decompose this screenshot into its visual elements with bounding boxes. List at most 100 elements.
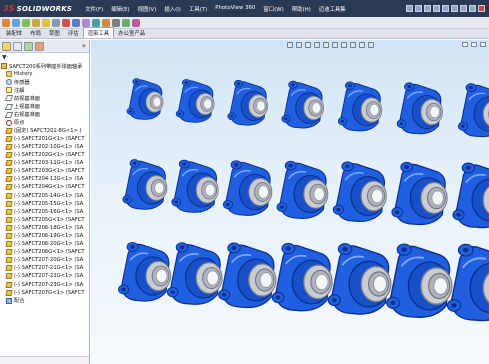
tab-evaluate[interactable]: 评估 bbox=[64, 28, 83, 38]
bearing-unit[interactable] bbox=[276, 160, 329, 219]
tree-component[interactable]: (-) SAFCT206-19G<1> (SA bbox=[1, 232, 89, 240]
print-icon[interactable] bbox=[433, 5, 440, 12]
model-view[interactable] bbox=[91, 40, 489, 364]
menu-file[interactable]: 文件(F) bbox=[81, 5, 107, 13]
edit-appearance-icon[interactable] bbox=[350, 42, 356, 48]
tab-sketch[interactable]: 草图 bbox=[45, 28, 64, 38]
expand-tabs-icon[interactable]: » bbox=[82, 42, 86, 50]
open-icon[interactable] bbox=[415, 5, 422, 12]
tab-office-products[interactable]: 办公室产品 bbox=[114, 28, 149, 38]
move-component-icon[interactable] bbox=[42, 18, 50, 27]
bearing-unit[interactable] bbox=[271, 242, 333, 312]
bearing-unit[interactable] bbox=[327, 243, 392, 315]
close-view-icon[interactable] bbox=[480, 42, 486, 47]
bearing-unit[interactable] bbox=[175, 79, 215, 123]
select-icon[interactable] bbox=[451, 5, 458, 12]
bill-of-materials-icon[interactable] bbox=[92, 18, 100, 27]
menu-edit[interactable]: 编辑(E) bbox=[107, 5, 133, 13]
tree-component[interactable]: (-) SAFCT205-16G<1> (SA bbox=[1, 208, 89, 216]
zoom-to-fit-icon[interactable] bbox=[287, 42, 293, 48]
mate-icon[interactable] bbox=[12, 18, 20, 27]
feature-manager-tab-icon[interactable] bbox=[2, 41, 11, 51]
save-icon[interactable] bbox=[424, 5, 431, 12]
bearing-unit[interactable] bbox=[166, 242, 223, 305]
assembly-features-icon[interactable] bbox=[62, 18, 70, 27]
tree-component[interactable]: (-) SAFCT207-23G<1> (SA bbox=[1, 281, 89, 289]
tree-component[interactable]: (-) SAFCT207-22G<1> (SA bbox=[1, 272, 89, 280]
bearing-unit[interactable] bbox=[281, 80, 324, 129]
tab-layout[interactable]: 布局 bbox=[26, 28, 45, 38]
tree-component[interactable]: (-) SAFCT206-20G<1> (SA bbox=[1, 240, 89, 248]
insert-component-icon[interactable] bbox=[2, 18, 10, 27]
bearing-unit[interactable] bbox=[332, 161, 387, 223]
menu-photoview[interactable]: PhotoView 360 bbox=[211, 5, 259, 13]
tree-component[interactable]: (-) SAFCT204-12G<1> (SA bbox=[1, 175, 89, 183]
bearing-unit[interactable] bbox=[126, 78, 164, 120]
bearing-unit[interactable] bbox=[227, 79, 269, 126]
tree-component[interactable]: (-) SAFCT205G<1> (SAFCT bbox=[1, 216, 89, 224]
tree-item[interactable]: 注解 bbox=[1, 86, 89, 94]
reference-geometry-icon[interactable] bbox=[72, 18, 80, 27]
clearance-verification-icon[interactable] bbox=[132, 18, 140, 27]
rebuild-icon[interactable] bbox=[460, 5, 467, 12]
tree-component[interactable]: (-) SAFCT204G<1> (SAFCT bbox=[1, 183, 89, 191]
minimize-icon[interactable] bbox=[462, 42, 468, 47]
tree-item[interactable]: 原点 bbox=[1, 119, 89, 127]
close-icon[interactable] bbox=[478, 5, 485, 12]
tree-component[interactable]: (-) SAFCT203G<1> (SAFCT bbox=[1, 167, 89, 175]
menu-maidi[interactable]: 迈迪工具集 bbox=[315, 5, 350, 13]
menu-view[interactable]: 视图(V) bbox=[134, 5, 161, 13]
explode-line-sketch-icon[interactable] bbox=[112, 18, 120, 27]
bearing-unit[interactable] bbox=[218, 242, 277, 309]
filter-icon[interactable]: ▼· bbox=[2, 54, 9, 61]
view-settings-icon[interactable] bbox=[368, 42, 374, 48]
tree-component[interactable]: (-) SAFCT202-10G<1> (SA bbox=[1, 143, 89, 151]
menu-window[interactable]: 窗口(W) bbox=[259, 5, 287, 13]
restore-icon[interactable] bbox=[471, 42, 477, 47]
bearing-unit[interactable] bbox=[396, 82, 443, 135]
options-icon[interactable] bbox=[469, 5, 476, 12]
tree-component[interactable]: (-) SAFCT206-18G<1> (SA bbox=[1, 224, 89, 232]
tree-component[interactable]: (-) SAFCT201G<1> (SAFCT bbox=[1, 135, 89, 143]
menu-help[interactable]: 帮助(H) bbox=[288, 5, 315, 13]
display-style-icon[interactable] bbox=[332, 42, 338, 48]
tree-component[interactable]: (-) SAFCT205-14G<1> (SA bbox=[1, 192, 89, 200]
app-logo[interactable]: 3S SOLIDWORKS bbox=[0, 0, 75, 17]
tree-component[interactable]: (-) SAFCT203-11G<1> (SA bbox=[1, 159, 89, 167]
tab-render-tools[interactable]: 渲染工具 bbox=[82, 27, 115, 38]
tree-item[interactable]: 右视基准面 bbox=[1, 111, 89, 119]
previous-view-icon[interactable] bbox=[305, 42, 311, 48]
view-orientation-icon[interactable] bbox=[323, 42, 329, 48]
configuration-manager-tab-icon[interactable] bbox=[24, 41, 33, 51]
hide-show-items-icon[interactable] bbox=[341, 42, 347, 48]
tree-component[interactable]: (-) SAFCT202G<1> (SAFCT bbox=[1, 151, 89, 159]
bearing-unit[interactable] bbox=[391, 161, 448, 226]
tree-component[interactable]: (-) SAFCT207-21G<1> (SA bbox=[1, 264, 89, 272]
property-manager-tab-icon[interactable] bbox=[13, 41, 22, 51]
tree-component[interactable]: (-) SAFCT207G<1> (SAFCT bbox=[1, 289, 89, 297]
display-manager-tab-icon[interactable] bbox=[35, 41, 44, 51]
tree-item[interactable]: 上视基准面 bbox=[1, 102, 89, 110]
smart-fasteners-icon[interactable] bbox=[32, 18, 40, 27]
tree-component[interactable]: (固定) SAFCT201-8G<1> ( bbox=[1, 127, 89, 135]
linear-pattern-icon[interactable] bbox=[22, 18, 30, 27]
bearing-unit[interactable] bbox=[122, 159, 168, 210]
exploded-view-icon[interactable] bbox=[102, 18, 110, 27]
menu-tools[interactable]: 工具(T) bbox=[185, 5, 211, 13]
tree-item[interactable]: 前视基准面 bbox=[1, 94, 89, 102]
graphics-area[interactable] bbox=[91, 40, 489, 364]
zoom-to-area-icon[interactable] bbox=[296, 42, 302, 48]
bearing-unit[interactable] bbox=[171, 159, 219, 213]
bearing-unit[interactable] bbox=[452, 162, 489, 229]
tree-mates[interactable]: 配合 bbox=[1, 297, 89, 305]
tree-item[interactable]: 传感器 bbox=[1, 78, 89, 86]
bearing-unit[interactable] bbox=[118, 241, 172, 302]
new-icon[interactable] bbox=[406, 5, 413, 12]
tab-assembly[interactable]: 装配体 bbox=[2, 28, 26, 38]
tree-component[interactable]: (-) SAFCT207-20G<1> (SA bbox=[1, 256, 89, 264]
tree-root[interactable]: SAFCT200系列带座外球面轴承 bbox=[1, 62, 89, 70]
bearing-unit[interactable] bbox=[446, 243, 489, 322]
show-hidden-icon[interactable] bbox=[52, 18, 60, 27]
bearing-unit[interactable] bbox=[222, 160, 273, 216]
tree-component[interactable]: (-) SAFCT205-15G<1> (SA bbox=[1, 200, 89, 208]
